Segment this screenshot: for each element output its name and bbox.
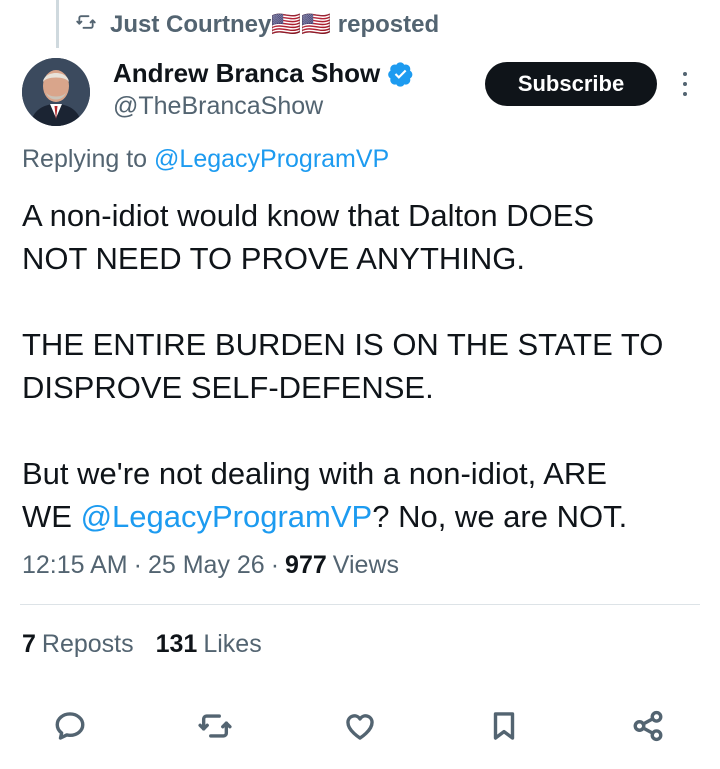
likes-count: 131 — [155, 630, 198, 658]
tweet-line: THE ENTIRE BURDEN IS ON THE STATE TO — [22, 327, 664, 362]
tweet-date[interactable]: 25 May 26 — [148, 551, 265, 580]
tweet-text: A non-idiot would know that Dalton DOES … — [22, 194, 702, 538]
repost-icon — [76, 11, 96, 39]
tweet-stats: 7 Reposts 131 Likes — [22, 630, 262, 659]
tweet-line: But we're not dealing with a non-idiot, … — [22, 456, 607, 491]
replying-mention[interactable]: @LegacyProgramVP — [154, 145, 389, 173]
share-button[interactable] — [626, 704, 670, 748]
tweet-text-segment: ? No, we are NOT. — [372, 499, 628, 534]
avatar[interactable] — [22, 58, 90, 126]
author-handle[interactable]: @TheBrancaShow — [113, 92, 323, 121]
bookmark-button[interactable] — [482, 704, 526, 748]
repost-button[interactable] — [193, 704, 237, 748]
share-icon — [633, 710, 663, 742]
tweet-time[interactable]: 12:15 AM — [22, 551, 128, 580]
repost-action: reposted — [337, 11, 440, 38]
tweet-meta: 12:15 AM · 25 May 26 · 977 Views — [22, 551, 399, 580]
replying-to: Replying to @LegacyProgramVP — [22, 145, 389, 174]
reply-button[interactable] — [48, 704, 92, 748]
repost-header-text: Just Courtney🇺🇸🇺🇸 reposted — [110, 10, 439, 39]
author-name[interactable]: Andrew Branca Show — [113, 58, 380, 89]
repost-user[interactable]: Just Courtney🇺🇸🇺🇸 — [110, 11, 331, 38]
more-dot — [683, 92, 687, 96]
views-count[interactable]: 977 — [285, 551, 327, 580]
separator-dot: · — [133, 551, 142, 579]
divider — [20, 604, 700, 605]
author-block: Andrew Branca Show @TheBrancaShow Subscr… — [22, 58, 702, 130]
thread-line — [56, 0, 59, 48]
reply-icon — [55, 712, 85, 740]
separator-dot: · — [270, 551, 280, 579]
replying-prefix: Replying to — [22, 145, 148, 173]
tweet-line: NOT NEED TO PROVE ANYTHING. — [22, 241, 525, 276]
reposts-label: Reposts — [41, 630, 134, 658]
repost-header[interactable]: Just Courtney🇺🇸🇺🇸 reposted — [76, 10, 439, 39]
tweet-text-segment: WE — [22, 499, 72, 534]
bookmark-icon — [493, 712, 515, 740]
likes-label: Likes — [203, 630, 262, 658]
like-icon — [346, 714, 374, 740]
more-dot — [683, 72, 687, 76]
reposts-stat[interactable]: 7 Reposts — [22, 630, 134, 659]
more-dot — [683, 82, 687, 86]
likes-stat[interactable]: 131 Likes — [156, 630, 262, 659]
tweet-line: A non-idiot would know that Dalton DOES — [22, 198, 595, 233]
repost-action-icon — [198, 714, 232, 738]
verified-badge-icon[interactable] — [388, 61, 414, 87]
tweet-line: DISPROVE SELF-DEFENSE. — [22, 370, 434, 405]
like-button[interactable] — [338, 704, 382, 748]
tweet-mention[interactable]: @LegacyProgramVP — [81, 499, 373, 534]
tweet-line: WE @LegacyProgramVP? No, we are NOT. — [22, 495, 702, 538]
more-icon[interactable] — [678, 72, 692, 96]
reposts-count: 7 — [22, 630, 36, 658]
action-bar — [0, 704, 720, 748]
views-label: Views — [332, 551, 400, 579]
name-line: Andrew Branca Show — [113, 58, 414, 89]
subscribe-button[interactable]: Subscribe — [485, 62, 657, 106]
